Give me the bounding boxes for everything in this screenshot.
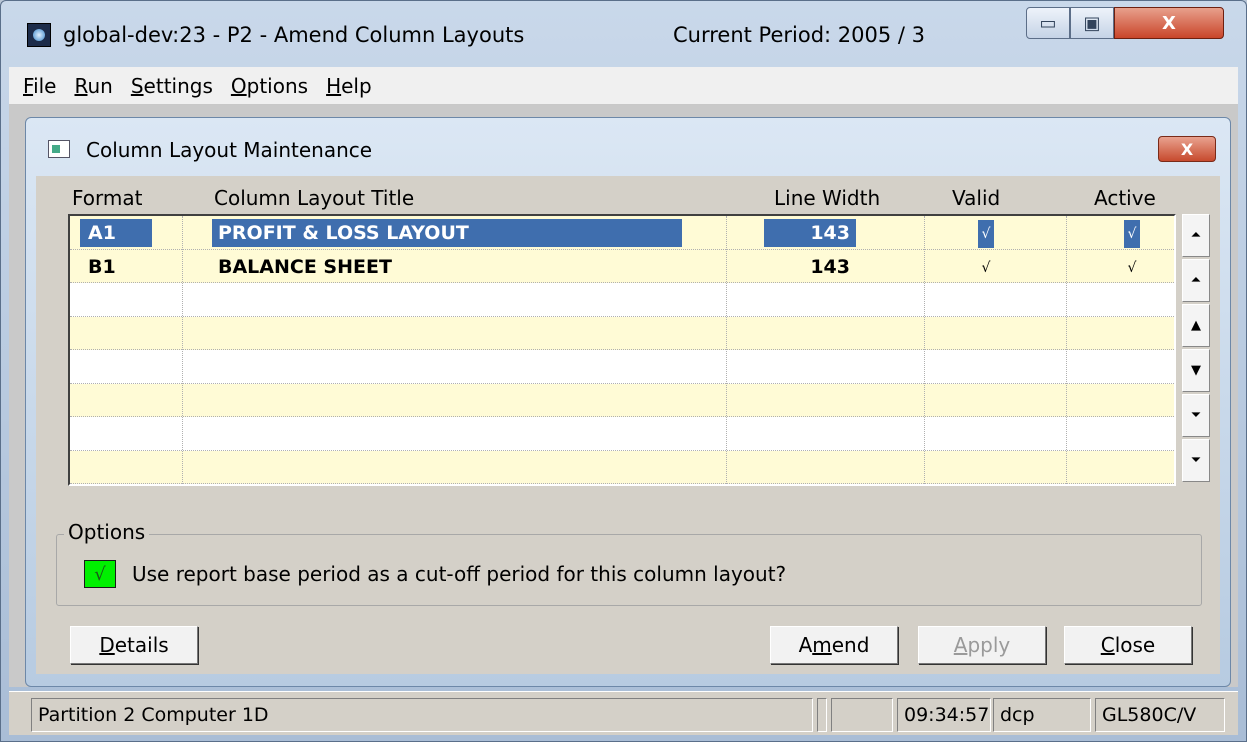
dialog-title: Column Layout Maintenance	[86, 138, 373, 162]
apply-button[interactable]: Apply	[918, 626, 1046, 664]
row2-format[interactable]: B1	[88, 253, 116, 281]
menu-file[interactable]: File	[23, 74, 56, 98]
close-button[interactable]: Close	[1064, 626, 1192, 664]
header-active[interactable]: Active	[1094, 186, 1156, 210]
application-window: global-dev:23 - P2 - Amend Column Layout…	[0, 0, 1247, 742]
page-up-icon: ⏶	[1190, 273, 1202, 288]
first-icon: ⏶	[1190, 228, 1202, 243]
maximize-icon: ▣	[1083, 12, 1101, 34]
header-valid[interactable]: Valid	[952, 186, 1000, 210]
dialog-body: Format Column Layout Title Line Width Va…	[36, 176, 1220, 674]
row1-valid-check[interactable]: √	[978, 220, 994, 248]
options-legend: Options	[64, 520, 150, 544]
menu-run[interactable]: Run	[74, 74, 112, 98]
window-close-button[interactable]: X	[1114, 7, 1224, 39]
dialog-icon	[48, 140, 70, 158]
minimize-icon: ▭	[1039, 12, 1057, 34]
window-title: global-dev:23 - P2 - Amend Column Layout…	[63, 23, 525, 47]
header-line-width[interactable]: Line Width	[774, 186, 880, 210]
scroll-page-up-button[interactable]: ⏶	[1182, 259, 1210, 302]
page-down-icon: ⏷	[1190, 408, 1202, 423]
column-divider	[182, 216, 183, 484]
row2-line-width[interactable]: 143	[764, 253, 856, 281]
row1-title[interactable]: PROFIT & LOSS LAYOUT	[212, 219, 682, 247]
amend-button[interactable]: Am end	[770, 626, 898, 664]
row1-line-width[interactable]: 143	[764, 219, 856, 247]
menu-bar: File Run Settings Options Help	[9, 67, 1238, 105]
status-partition: Partition 2 Computer 1D	[31, 698, 813, 732]
status-user: dcp	[993, 698, 1091, 732]
maximize-button[interactable]: ▣	[1070, 7, 1114, 39]
scroll-last-button[interactable]: ⏷	[1182, 439, 1210, 482]
checkmark-icon: √	[94, 563, 106, 585]
row2-title[interactable]: BALANCE SHEET	[218, 253, 392, 281]
cutoff-period-label[interactable]: Use report base period as a cut-off peri…	[132, 562, 786, 586]
column-divider	[1066, 216, 1067, 484]
arrow-down-icon: ▼	[1191, 363, 1201, 378]
row2-active-check[interactable]: √	[1124, 254, 1140, 282]
row2-valid-check[interactable]: √	[978, 254, 994, 282]
last-icon: ⏷	[1190, 453, 1202, 468]
scroll-page-down-button[interactable]: ⏷	[1182, 394, 1210, 437]
table-row[interactable]	[70, 283, 1174, 317]
row1-active-check[interactable]: √	[1124, 220, 1140, 248]
table-row[interactable]	[70, 417, 1174, 451]
column-divider	[924, 216, 925, 484]
row1-format[interactable]: A1	[80, 219, 152, 247]
menu-settings[interactable]: Settings	[131, 74, 213, 98]
cutoff-period-checkbox[interactable]: √	[84, 560, 116, 588]
header-format[interactable]: Format	[72, 186, 142, 210]
table-row[interactable]	[70, 316, 1174, 350]
menu-options[interactable]: Options	[231, 74, 308, 98]
status-panel-empty	[817, 698, 827, 732]
status-panel-empty	[831, 698, 893, 732]
title-bar[interactable]: global-dev:23 - P2 - Amend Column Layout…	[1, 1, 1246, 63]
current-period: Current Period: 2005 / 3	[673, 23, 926, 47]
status-bar: Partition 2 Computer 1D 09:34:57 dcp GL5…	[9, 691, 1238, 735]
layout-grid[interactable]: A1 PROFIT & LOSS LAYOUT 143 √ √ B1 BALAN…	[68, 214, 1176, 486]
column-divider	[726, 216, 727, 484]
close-icon: X	[1162, 12, 1176, 34]
scroll-down-button[interactable]: ▼	[1182, 349, 1210, 392]
header-title[interactable]: Column Layout Title	[214, 186, 414, 210]
close-icon: X	[1180, 139, 1194, 159]
table-row[interactable]	[70, 450, 1174, 484]
arrow-up-icon: ▲	[1191, 318, 1201, 333]
scroll-up-button[interactable]: ▲	[1182, 304, 1210, 347]
menu-help[interactable]: Help	[326, 74, 372, 98]
table-row[interactable]	[70, 383, 1174, 417]
column-layout-dialog: Column Layout Maintenance X Format Colum…	[25, 117, 1231, 687]
app-icon[interactable]	[27, 23, 51, 47]
dialog-close-button[interactable]: X	[1158, 136, 1216, 162]
minimize-button[interactable]: ▭	[1026, 7, 1070, 39]
details-button[interactable]: Details	[70, 626, 198, 664]
status-program: GL580C/V	[1095, 698, 1225, 732]
table-row[interactable]	[70, 350, 1174, 384]
status-time: 09:34:57	[897, 698, 991, 732]
scroll-first-button[interactable]: ⏶	[1182, 214, 1210, 257]
